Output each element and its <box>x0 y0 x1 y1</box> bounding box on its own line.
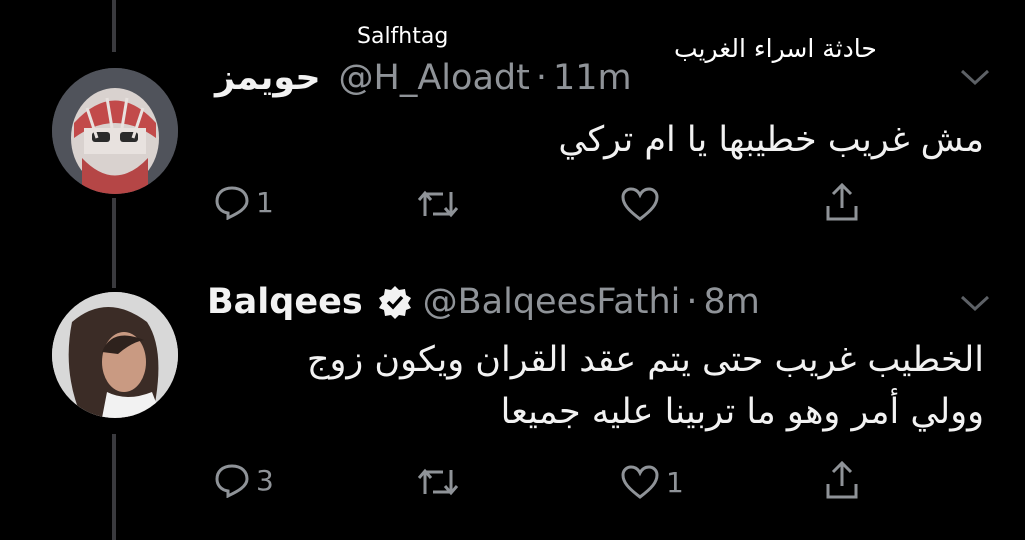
retweet-button[interactable] <box>415 188 467 220</box>
avatar[interactable] <box>52 68 178 194</box>
tweet-text: مش غريب خطيبها يا ام تركي <box>558 114 984 166</box>
tweet-header: حويمز @H_Aloadt · 11m <box>215 58 632 98</box>
like-button[interactable] <box>620 186 666 222</box>
avatar-image-portrait <box>52 292 178 418</box>
reply-button[interactable]: 3 <box>214 462 274 498</box>
user-handle[interactable]: @BalqeesFathi <box>423 282 681 322</box>
avatar-image-shemagh <box>52 68 178 194</box>
heart-icon <box>621 465 659 499</box>
verified-badge-icon <box>378 286 411 319</box>
thread-line-top <box>112 0 116 52</box>
heart-icon <box>621 187 659 221</box>
share-button[interactable] <box>824 182 860 222</box>
chevron-down-icon[interactable] <box>958 292 992 314</box>
avatar[interactable] <box>52 292 178 418</box>
tweet-text-line: مش غريب خطيبها يا ام تركي <box>558 120 984 160</box>
thread-line-middle <box>112 198 116 288</box>
tweet-header: Balqees @BalqeesFathi · 8m <box>207 282 760 322</box>
reply-count: 1 <box>256 185 274 219</box>
like-button[interactable]: 1 <box>620 464 684 500</box>
retweet-icon <box>417 190 459 218</box>
retweet-icon <box>417 468 459 496</box>
tweet-time[interactable]: 11m <box>553 58 632 98</box>
tweet-text-line: الخطيب غريب حتى يتم عقد القران ويكون زوج <box>306 340 984 380</box>
display-name[interactable]: Balqees <box>207 282 363 322</box>
thread-line-bottom <box>112 434 116 540</box>
overlay-title-arabic: حادثة اسراء الغريب <box>674 34 877 63</box>
overlay-label-salfhtag: Salfhtag <box>357 24 449 49</box>
chevron-down-icon[interactable] <box>958 66 992 88</box>
share-icon <box>826 460 858 499</box>
user-handle[interactable]: @H_Aloadt <box>339 58 530 98</box>
reply-icon <box>215 186 249 220</box>
reply-count: 3 <box>256 463 274 497</box>
tweet-time[interactable]: 8m <box>704 282 760 322</box>
separator-dot: · <box>535 58 547 98</box>
separator-dot: · <box>686 282 698 322</box>
reply-icon <box>215 464 249 498</box>
share-icon <box>826 182 858 221</box>
share-button[interactable] <box>824 460 860 500</box>
tweet-text-line: وولي أمر وهو ما تربينا عليه جميعا <box>500 392 984 432</box>
like-count: 1 <box>666 465 684 499</box>
tweet-thread-screenshot: Salfhtag حادثة اسراء الغريب حويمز @H_Alo… <box>0 0 1025 540</box>
tweet-text: الخطيب غريب حتى يتم عقد القران ويكون زوج… <box>307 334 984 438</box>
retweet-button[interactable] <box>415 466 467 498</box>
display-name[interactable]: حويمز <box>215 58 321 98</box>
reply-button[interactable]: 1 <box>214 184 274 220</box>
